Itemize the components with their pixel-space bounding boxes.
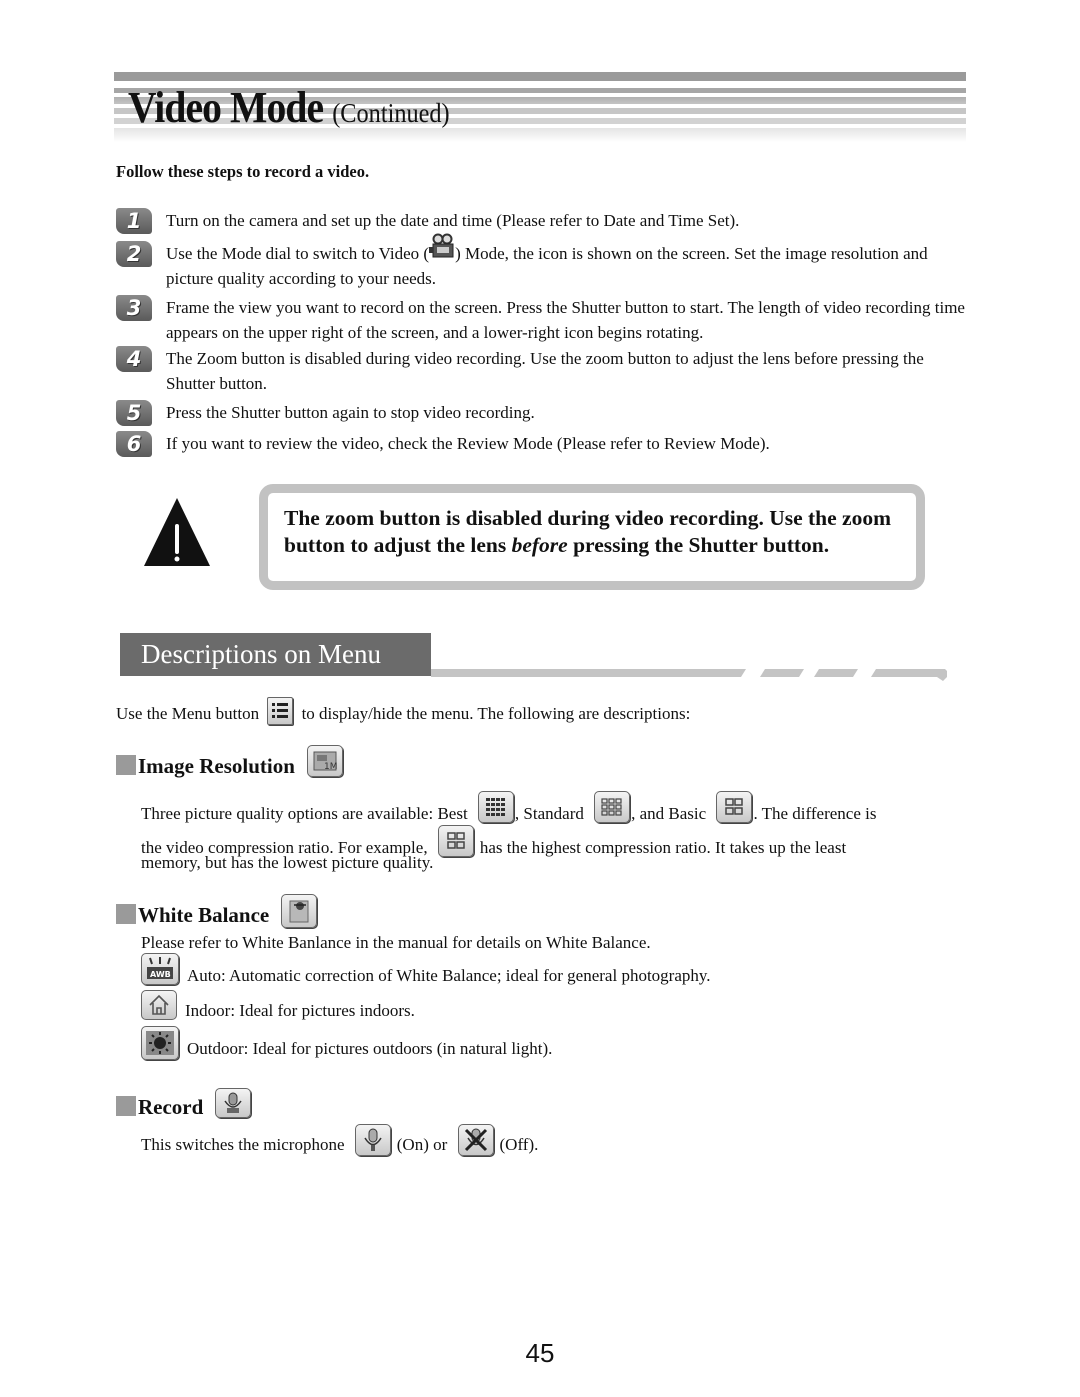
- white-balance-heading: White Balance: [116, 894, 318, 928]
- microphone-off-icon: [457, 1124, 494, 1156]
- section-title: Descriptions on Menu: [120, 633, 431, 676]
- menu-list-icon: [267, 697, 294, 725]
- page-title: Video Mode (Continued): [128, 83, 450, 132]
- quality-basic-icon: [437, 825, 474, 857]
- quality-standard-icon: [594, 791, 631, 823]
- step-number-badge: 2: [116, 241, 152, 267]
- wb-option-indoor: Indoor: Ideal for pictures indoors.: [141, 990, 415, 1023]
- step-number-badge: 5: [116, 400, 152, 426]
- image-resolution-heading: Image Resolution 1M: [116, 745, 343, 779]
- page-subtitle: (Continued): [332, 98, 450, 128]
- quality-basic-icon: [716, 791, 753, 823]
- bullet-square: [116, 904, 136, 924]
- wb-option-auto: AWB Auto: Automatic correction of White …: [141, 953, 711, 988]
- warning-note: The zoom button is disabled during video…: [259, 484, 925, 590]
- record-description: This switches the microphone (On) or (Of…: [141, 1124, 538, 1157]
- white-balance-icon: [281, 894, 318, 928]
- page-header: Video Mode (Continued): [114, 72, 966, 144]
- svg-text:1M: 1M: [324, 762, 338, 772]
- step-number-badge: 3: [116, 295, 152, 321]
- record-heading: Record: [116, 1088, 252, 1120]
- wb-auto-icon: AWB: [141, 953, 179, 985]
- wb-indoor-icon: [141, 990, 177, 1020]
- image-resolution-description: Three picture quality options are availa…: [141, 791, 981, 826]
- image-resolution-description-3: memory, but has the lowest picture quali…: [141, 853, 434, 872]
- intro-text: Follow these steps to record a video.: [116, 162, 370, 181]
- section-divider: [431, 667, 951, 688]
- quality-best-icon: [477, 791, 514, 823]
- video-camera-icon: [429, 233, 455, 262]
- menu-description: Use the Menu button to display/hide the …: [116, 697, 690, 725]
- wb-option-outdoor: Outdoor: Ideal for pictures outdoors (in…: [141, 1026, 552, 1061]
- white-balance-intro: Please refer to White Banlance in the ma…: [141, 933, 651, 952]
- wb-outdoor-icon: [141, 1026, 179, 1060]
- microphone-on-icon: [354, 1124, 391, 1156]
- step-number-badge: 6: [116, 431, 152, 457]
- image-resolution-icon: 1M: [306, 745, 343, 777]
- page-number: 45: [525, 1338, 555, 1368]
- bullet-square: [116, 755, 136, 775]
- step-number-badge: 1: [116, 208, 152, 234]
- bullet-square: [116, 1096, 136, 1116]
- svg-text:AWB: AWB: [150, 970, 171, 979]
- microphone-icon: [215, 1088, 252, 1118]
- step-number-badge: 4: [116, 346, 152, 372]
- warning-triangle-icon: [143, 496, 211, 573]
